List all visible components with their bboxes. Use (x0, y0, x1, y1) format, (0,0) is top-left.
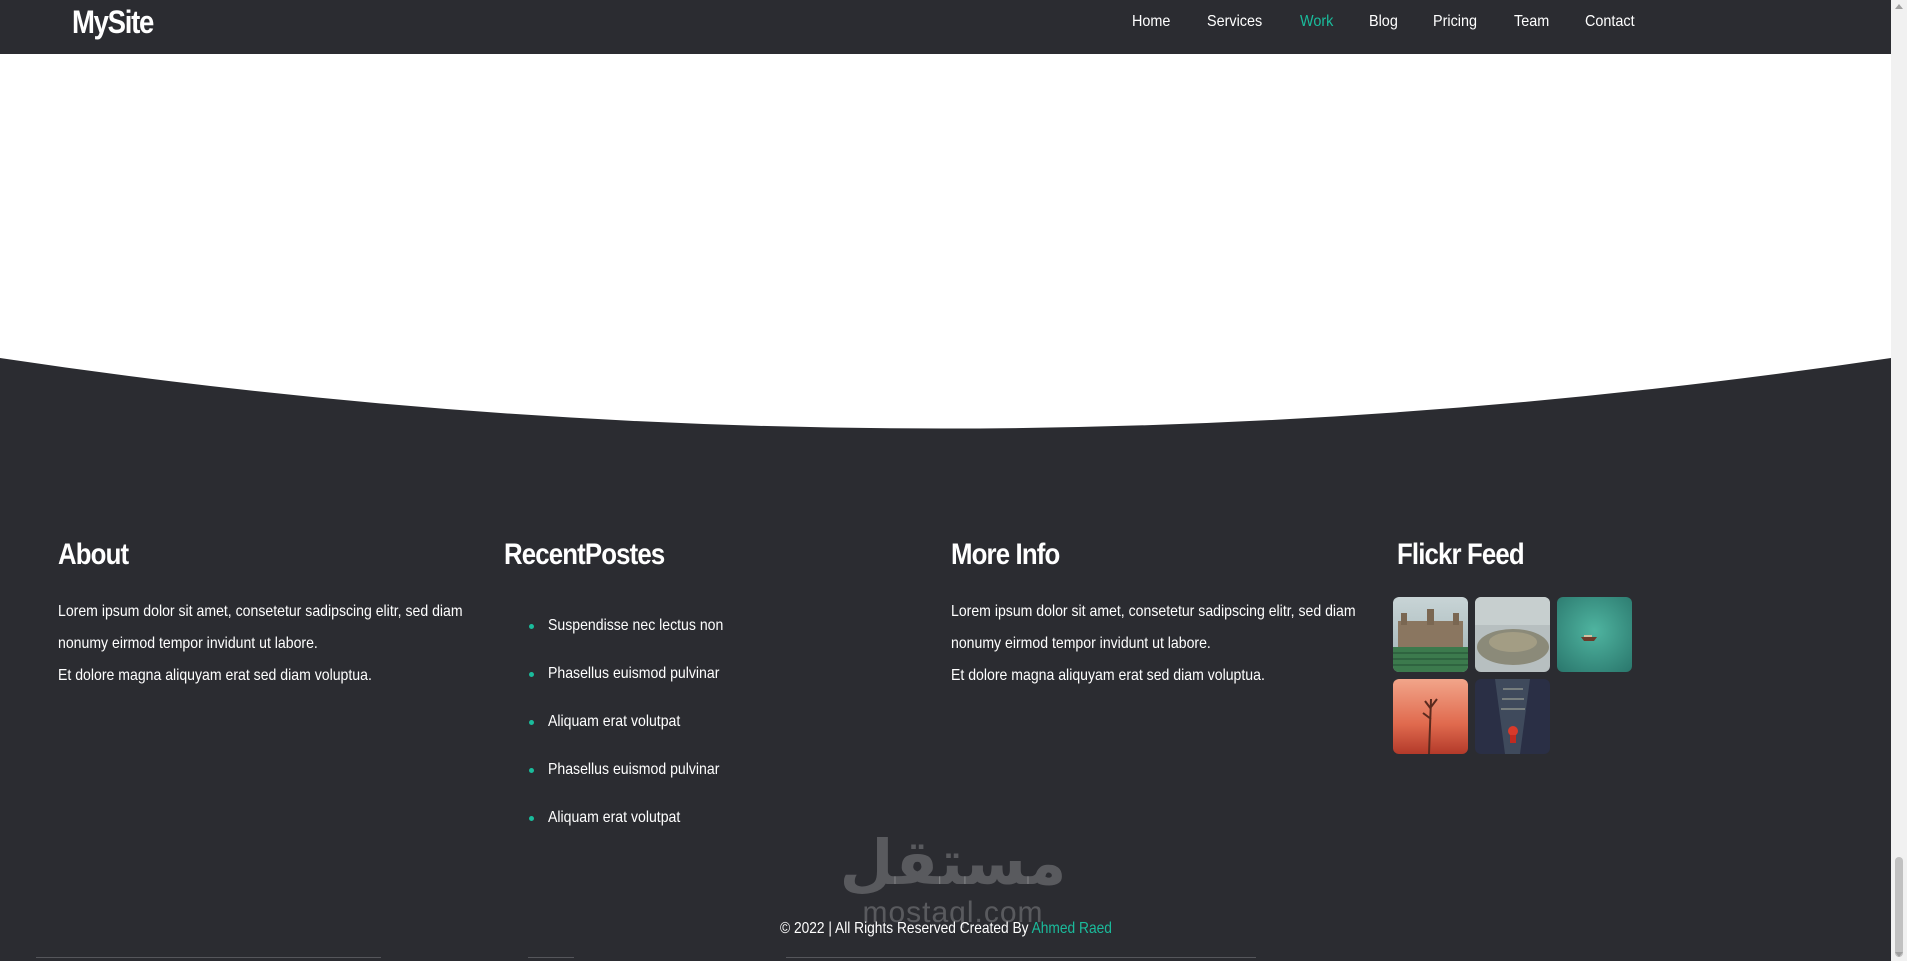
site-logo[interactable]: MySite (72, 4, 154, 41)
nav-link-team[interactable]: Team (1514, 12, 1549, 42)
more-info-text-line-1: Lorem ipsum dolor sit amet, consetetur s… (951, 603, 1356, 652)
scroll-up-arrow-icon[interactable] (1895, 4, 1903, 9)
more-info-text: Lorem ipsum dolor sit amet, consetetur s… (951, 596, 1356, 692)
nav-link-contact[interactable]: Contact (1585, 12, 1635, 42)
bullet-dot (529, 671, 534, 677)
scroll-down-arrow-icon[interactable] (1895, 952, 1903, 957)
footer-recent-posts: RecentPostes Suspendisse nec lectus non … (504, 538, 914, 842)
copyright-text-wrap: © 2022 | All Rights Reserved Created By … (780, 920, 1112, 938)
about-text-line-1: Lorem ipsum dolor sit amet, consetetur s… (58, 603, 463, 652)
bullet-dot (529, 767, 534, 773)
about-text-line-2: Et dolore magna aliquyam erat sed diam v… (58, 667, 372, 684)
top-navbar: MySite Home Services Work Blog Pricing T… (0, 0, 1891, 54)
recent-post-item[interactable]: Aliquam erat volutpat (529, 794, 914, 842)
nav-links: Home Services Work Blog Pricing Team Con… (1132, 12, 1672, 42)
recent-post-item[interactable]: Phasellus euismod pulvinar (529, 746, 914, 794)
copyright-text: © 2022 | All Rights Reserved Created By (779, 920, 1032, 937)
recent-post-item[interactable]: Aliquam erat volutpat (529, 698, 914, 746)
recent-posts-list: Suspendisse nec lectus non Phasellus eui… (504, 602, 914, 842)
page-scrollbar[interactable] (1891, 0, 1907, 961)
nav-link-pricing[interactable]: Pricing (1433, 12, 1477, 42)
recent-post-item[interactable]: Suspendisse nec lectus non (529, 602, 914, 650)
misty-crowd-image[interactable] (1475, 597, 1550, 672)
footer-about: About Lorem ipsum dolor sit amet, conset… (58, 538, 468, 692)
nav-link-work[interactable]: Work (1300, 12, 1333, 42)
nav-link-blog[interactable]: Blog (1369, 12, 1398, 42)
nav-link-home[interactable]: Home (1132, 12, 1170, 42)
more-info-title: More Info (951, 538, 1060, 571)
page: MySite Home Services Work Blog Pricing T… (0, 0, 1891, 961)
flickr-grid (1393, 597, 1653, 754)
copyright: © 2022 | All Rights Reserved Created By … (0, 920, 1891, 938)
recent-posts-title: RecentPostes (504, 538, 665, 571)
teal-boat-image[interactable] (1557, 597, 1632, 672)
bottom-divider (0, 957, 1891, 959)
bullet-dot (529, 623, 534, 629)
red-grass-image[interactable] (1393, 679, 1468, 754)
castle-image[interactable] (1393, 597, 1468, 672)
about-title: About (58, 538, 129, 571)
recent-post-item[interactable]: Phasellus euismod pulvinar (529, 650, 914, 698)
bullet-dot (529, 719, 534, 725)
flickr-title: Flickr Feed (1397, 538, 1525, 571)
bullet-dot (529, 815, 534, 821)
author-link[interactable]: Ahmed Raed (1031, 920, 1111, 937)
more-info-text-line-2: Et dolore magna aliquyam erat sed diam v… (951, 667, 1265, 684)
footer-flickr: Flickr Feed (1397, 538, 1807, 572)
footer-wave (0, 358, 1891, 430)
scroll-thumb[interactable] (1895, 857, 1903, 957)
about-text: Lorem ipsum dolor sit amet, consetetur s… (58, 596, 463, 692)
dark-figure-image[interactable] (1475, 679, 1550, 754)
footer-more-info: More Info Lorem ipsum dolor sit amet, co… (951, 538, 1361, 692)
nav-link-services[interactable]: Services (1207, 12, 1262, 42)
